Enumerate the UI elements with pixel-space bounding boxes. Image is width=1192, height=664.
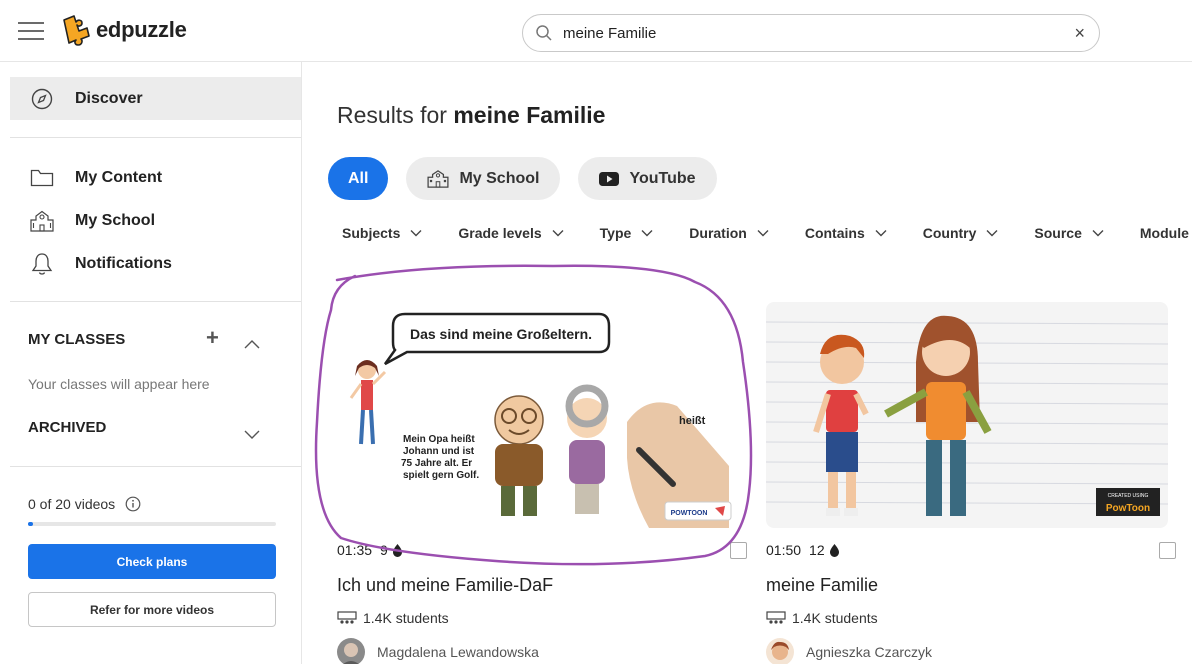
filter-subjects[interactable]: Subjects bbox=[342, 225, 422, 241]
students-count: 1.4K students bbox=[766, 610, 1168, 626]
check-plans-button[interactable]: Check plans bbox=[28, 544, 276, 579]
students-icon bbox=[766, 611, 786, 625]
school-icon bbox=[30, 209, 54, 233]
tab-my-school[interactable]: My School bbox=[406, 157, 561, 200]
bell-icon bbox=[30, 252, 54, 276]
filter-label: Duration bbox=[689, 225, 747, 241]
tab-all[interactable]: All bbox=[328, 157, 389, 200]
select-video-checkbox[interactable] bbox=[1159, 542, 1176, 559]
sidebar-item-label: My Content bbox=[75, 168, 163, 186]
top-bar: edpuzzle × bbox=[0, 0, 1192, 62]
author-name: Magdalena Lewandowska bbox=[377, 644, 539, 660]
refer-button[interactable]: Refer for more videos bbox=[28, 592, 276, 627]
tab-youtube[interactable]: YouTube bbox=[578, 157, 717, 200]
sidebar-item-label: Discover bbox=[75, 89, 143, 107]
compass-icon bbox=[30, 87, 54, 111]
sidebar-item-my-school[interactable]: My School bbox=[10, 199, 301, 242]
my-classes-header: MY CLASSES + bbox=[10, 318, 301, 361]
sidebar-item-label: Notifications bbox=[75, 254, 172, 272]
tab-label: YouTube bbox=[629, 169, 696, 187]
author-name: Agnieszka Czarczyk bbox=[806, 644, 933, 660]
filter-label: Source bbox=[1034, 225, 1082, 241]
sidebar: Discover My Content My School Notificati… bbox=[10, 62, 302, 664]
thumb-brand: PowToon bbox=[1106, 503, 1150, 514]
sidebar-item-label: My School bbox=[75, 211, 156, 229]
tab-label: All bbox=[348, 169, 369, 187]
students-label: 1.4K students bbox=[363, 610, 449, 626]
chevron-up-icon[interactable] bbox=[244, 331, 260, 353]
video-thumbnail[interactable]: CREATED USING PowToon bbox=[766, 302, 1168, 528]
sidebar-item-discover[interactable]: Discover bbox=[10, 77, 301, 120]
info-icon[interactable] bbox=[125, 496, 141, 512]
search-icon bbox=[536, 25, 552, 41]
results-query: meine Familie bbox=[453, 102, 606, 128]
annotation-circle bbox=[314, 264, 753, 566]
video-title[interactable]: Ich und meine Familie-DaF bbox=[337, 575, 739, 596]
school-icon bbox=[427, 169, 449, 188]
tab-label: My School bbox=[459, 169, 540, 187]
video-meta: 01:50 12 bbox=[766, 542, 1176, 559]
classes-hint: Your classes will appear here bbox=[28, 375, 210, 392]
search-bar: × bbox=[522, 14, 1100, 52]
filter-contains[interactable]: Contains bbox=[805, 225, 887, 241]
filter-label: Country bbox=[922, 225, 977, 241]
add-class-icon[interactable]: + bbox=[206, 327, 219, 349]
filter-label: Contains bbox=[804, 225, 865, 241]
question-drop-icon bbox=[829, 544, 839, 557]
filter-source[interactable]: Source bbox=[1034, 225, 1104, 241]
clear-search-icon[interactable]: × bbox=[1074, 23, 1085, 44]
filter-grade-levels[interactable]: Grade levels bbox=[458, 225, 564, 241]
chevron-down-icon bbox=[986, 226, 998, 240]
chevron-down-icon bbox=[1092, 226, 1104, 240]
students-count: 1.4K students bbox=[337, 610, 739, 626]
archived-label: ARCHIVED bbox=[28, 419, 107, 436]
author[interactable]: Magdalena Lewandowska bbox=[337, 638, 739, 664]
sidebar-item-my-content[interactable]: My Content bbox=[10, 156, 301, 199]
logo-text: edpuzzle bbox=[96, 17, 187, 42]
filter-country[interactable]: Country bbox=[923, 225, 999, 241]
filter-label: Grade levels bbox=[458, 225, 542, 241]
video-quota: 0 of 20 videos bbox=[10, 496, 301, 512]
results-prefix: Results for bbox=[337, 102, 447, 128]
chevron-down-icon[interactable] bbox=[244, 422, 260, 444]
question-count: 12 bbox=[809, 542, 825, 558]
filter-label: Type bbox=[599, 225, 632, 241]
filter-duration[interactable]: Duration bbox=[689, 225, 769, 241]
chevron-down-icon bbox=[552, 226, 564, 240]
video-title[interactable]: meine Familie bbox=[766, 575, 1168, 596]
filter-label: Subjects bbox=[342, 225, 401, 241]
filter-label: Module bbox=[1139, 225, 1189, 241]
page-title: Results for meine Familie bbox=[337, 102, 605, 129]
folder-icon bbox=[30, 166, 54, 190]
filter-type[interactable]: Type bbox=[600, 225, 654, 241]
chevron-down-icon bbox=[757, 226, 769, 240]
menu-icon[interactable] bbox=[18, 22, 44, 42]
main-content: Results for meine Familie All My School … bbox=[303, 62, 1192, 664]
search-input[interactable] bbox=[563, 24, 1043, 42]
avatar bbox=[766, 638, 794, 664]
logo[interactable]: edpuzzle bbox=[60, 14, 187, 46]
quota-text: 0 of 20 videos bbox=[28, 496, 116, 512]
sidebar-item-notifications[interactable]: Notifications bbox=[10, 242, 301, 285]
author[interactable]: Agnieszka Czarczyk bbox=[766, 638, 1168, 664]
filter-bar: Subjects Grade levels Type Duration Cont… bbox=[342, 225, 1192, 241]
archived-header[interactable]: ARCHIVED bbox=[10, 406, 301, 449]
video-card[interactable]: CREATED USING PowToon 01:50 12 meine Fam… bbox=[766, 302, 1176, 664]
chevron-down-icon bbox=[875, 226, 887, 240]
chevron-down-icon bbox=[410, 226, 422, 240]
chevron-down-icon bbox=[641, 226, 653, 240]
filter-module[interactable]: Module bbox=[1140, 225, 1189, 241]
quota-progress-fill bbox=[28, 522, 33, 526]
students-icon bbox=[337, 611, 357, 625]
students-label: 1.4K students bbox=[792, 610, 878, 626]
thumb-brand-small: CREATED USING bbox=[1108, 493, 1149, 499]
source-tabs: All My School YouTube bbox=[328, 157, 735, 200]
avatar bbox=[337, 638, 365, 664]
puzzle-logo-icon bbox=[63, 15, 90, 46]
quota-progress-bar bbox=[28, 522, 276, 526]
my-classes-label: MY CLASSES bbox=[28, 331, 126, 348]
youtube-icon bbox=[599, 171, 620, 186]
